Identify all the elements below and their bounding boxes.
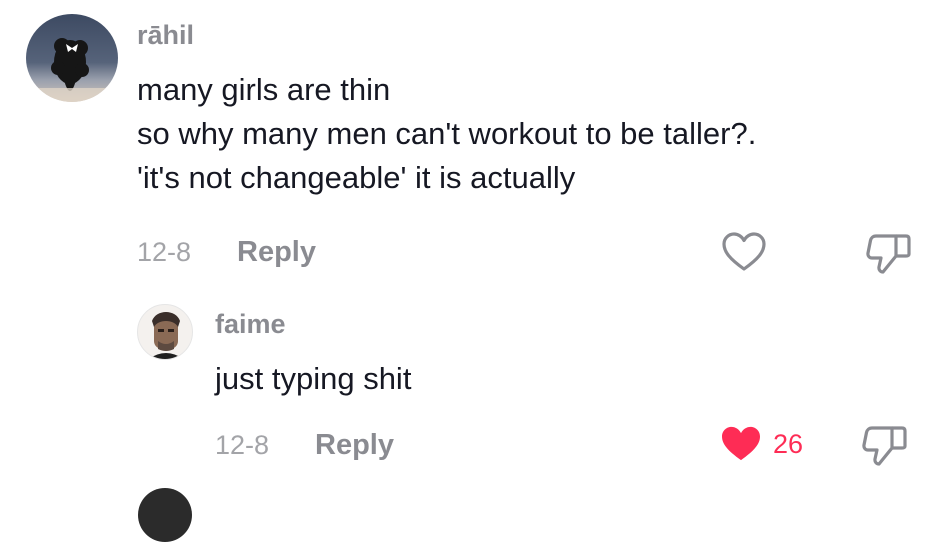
- comment-date: 12-8: [215, 430, 270, 460]
- avatar[interactable]: [137, 304, 193, 360]
- heart-filled-icon[interactable]: [720, 425, 762, 463]
- comment-date: 12-8: [137, 237, 192, 267]
- comment-line: many girls are thin: [137, 72, 391, 107]
- comment-body: many girls are thin so why many men can'…: [137, 68, 756, 200]
- avatar[interactable]: [138, 488, 192, 542]
- thumbs-down-icon[interactable]: [862, 424, 908, 466]
- comment-line: just typing shit: [215, 361, 412, 396]
- heart-outline-icon[interactable]: [722, 232, 766, 272]
- comment-username[interactable]: faime: [215, 311, 286, 338]
- thumbs-down-icon[interactable]: [866, 232, 912, 274]
- comment-line: 'it's not changeable' it is actually: [137, 160, 576, 195]
- reply-button[interactable]: Reply: [315, 431, 394, 460]
- comment-line: so why many men can't workout to be tall…: [137, 116, 757, 151]
- reply-button[interactable]: Reply: [237, 238, 316, 267]
- comment-username[interactable]: rāhil: [137, 22, 194, 49]
- avatar[interactable]: [26, 14, 118, 102]
- like-count: 26: [773, 429, 804, 459]
- comment-body: just typing shit: [215, 357, 411, 401]
